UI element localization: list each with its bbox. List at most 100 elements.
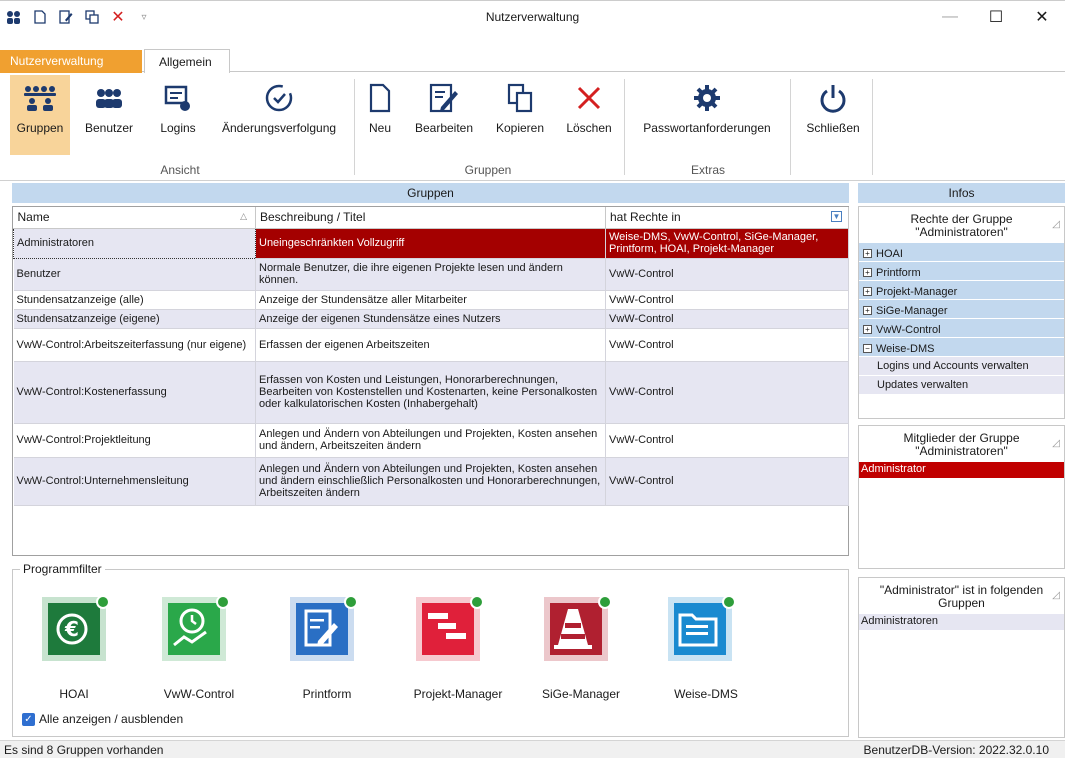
cell-desc[interactable]: Anzeige der eigenen Stundensätze eines N… [255,309,606,329]
tree-child-item[interactable]: Logins und Accounts verwalten [859,357,1064,376]
table-row[interactable]: VwW-Control:Arbeitszeiterfassung (nur ei… [13,328,849,362]
passwortanforderungen-label: Passwortanforderungen [643,121,771,135]
expand-icon[interactable]: + [863,287,872,296]
tab-allgemein[interactable]: Allgemein [144,49,230,74]
table-row[interactable]: VwW-Control:Kostenerfassung Erfassen von… [13,361,849,424]
groups-grid: Name △ Beschreibung / Titel hat Rechte in… [12,206,849,556]
expand-icon[interactable]: + [863,249,872,258]
logins-button[interactable]: Logins [148,75,208,155]
program-label-sige-manager: SiGe-Manager [541,687,621,701]
column-header-name[interactable]: Name △ [13,207,256,229]
weise-dms-filter-button[interactable] [668,595,736,661]
cell-desc[interactable]: Uneingeschränkten Vollzugriff [255,228,606,259]
tree-item-vww-control[interactable]: + VwW-Control [859,319,1064,338]
cell-desc[interactable]: Anlegen und Ändern von Abteilungen und P… [255,423,606,458]
loeschen-button[interactable]: Löschen [558,75,620,155]
printform-filter-button[interactable] [290,595,358,661]
infos-panel-header: Infos [858,183,1065,203]
benutzer-button[interactable]: Benutzer [76,75,142,155]
projekt-manager-filter-button[interactable] [416,595,484,661]
tree-item-sige-manager[interactable]: + SiGe-Manager [859,300,1064,319]
aenderungsverfolgung-button[interactable]: Änderungsverfolgung [212,75,346,155]
cell-name[interactable]: Stundensatzanzeige (alle) [13,290,256,310]
program-label-projekt-manager: Projekt-Manager [413,687,503,701]
cell-desc[interactable]: Erfassen von Kosten und Leistungen, Hono… [255,361,606,424]
cell-name[interactable]: VwW-Control:Projektleitung [13,423,256,458]
member-group-item[interactable]: Administratoren [859,614,1064,630]
hoai-filter-button[interactable]: € [42,595,110,661]
cell-name[interactable]: VwW-Control:Unternehmensleitung [13,457,256,506]
table-row[interactable]: Stundensatzanzeige (eigene) Anzeige der … [13,309,849,329]
collapse-icon[interactable]: ◿ [1052,438,1060,449]
cell-rights[interactable]: VwW-Control [605,328,849,362]
group-label-gruppen: Gruppen [464,163,512,177]
member-groups-box-title: "Administrator" ist in folgenden Gruppen [859,578,1064,614]
collapse-icon[interactable]: ◿ [1052,590,1060,601]
cell-name[interactable]: Benutzer [13,258,256,291]
groups-panel-header: Gruppen [12,183,849,203]
vww-control-filter-button[interactable] [162,595,230,661]
expand-icon[interactable]: + [863,325,872,334]
tree-item-projekt-manager[interactable]: + Projekt-Manager [859,281,1064,300]
kopieren-button[interactable]: Kopieren [488,75,552,155]
cell-rights[interactable]: VwW-Control [605,361,849,424]
gruppen-button[interactable]: Gruppen [10,75,70,155]
aenderungsverfolgung-label: Änderungsverfolgung [221,121,337,135]
maximize-icon[interactable]: ☐ [973,1,1019,33]
member-item[interactable]: Administrator [859,462,1064,478]
neu-button[interactable]: Neu [362,75,398,155]
cell-name[interactable]: Administratoren [13,227,256,259]
sige-manager-filter-button[interactable] [544,595,612,661]
schliessen-button[interactable]: Schließen [798,75,868,155]
toggle-all-checkbox[interactable]: ✓ [22,713,35,726]
cell-rights[interactable]: VwW-Control [605,290,849,310]
expand-icon[interactable]: + [863,268,872,277]
cell-desc[interactable]: Anlegen und Ändern von Abteilungen und P… [255,457,606,506]
minimize-icon[interactable]: — [927,1,973,33]
passwortanforderungen-button[interactable]: Passwortanforderungen [628,75,786,155]
gruppen-label: Gruppen [16,121,64,135]
table-row[interactable]: Stundensatzanzeige (alle) Anzeige der St… [13,290,849,310]
cell-desc[interactable]: Anzeige der Stundensätze aller Mitarbeit… [255,290,606,310]
column-name-label: Name [17,210,50,225]
cell-name[interactable]: VwW-Control:Arbeitszeiterfassung (nur ei… [13,328,256,362]
cell-rights[interactable]: VwW-Control [605,309,849,329]
toggle-all-label[interactable]: Alle anzeigen / ausblenden [39,712,183,726]
table-row[interactable]: VwW-Control:Projektleitung Anlegen und Ä… [13,423,849,458]
ribbon-separator [624,79,625,175]
tree-item-printform[interactable]: + Printform [859,262,1064,281]
table-row[interactable]: Benutzer Normale Benutzer, die ihre eige… [13,258,849,291]
collapse-icon[interactable]: − [863,344,872,353]
cell-rights[interactable]: VwW-Control [605,423,849,458]
cell-rights[interactable]: VwW-Control [605,457,849,506]
collapse-icon[interactable]: ◿ [1052,219,1060,230]
table-row[interactable]: VwW-Control:Unternehmensleitung Anlegen … [13,457,849,506]
cell-name[interactable]: VwW-Control:Kostenerfassung [13,361,256,424]
tree-item-hoai[interactable]: + HOAI [859,243,1064,262]
bearbeiten-label: Bearbeiten [414,121,474,135]
group-label-extras: Extras [690,163,725,177]
cell-name[interactable]: Stundensatzanzeige (eigene) [13,309,256,329]
expand-icon[interactable]: + [863,306,872,315]
tab-nutzerverwaltung[interactable]: Nutzerverwaltung [0,50,142,73]
vww-control-icon [162,597,226,661]
member-groups-title-line2: Gruppen [938,596,985,610]
close-icon[interactable]: ✕ [1019,1,1065,33]
filter-icon[interactable]: ▼ [831,211,842,222]
cell-rights[interactable]: VwW-Control [605,258,849,291]
checkmark-icon [598,595,612,609]
cell-desc[interactable]: Erfassen der eigenen Arbeitszeiten [255,328,606,362]
table-row[interactable]: Administratoren Uneingeschränkten Vollzu… [13,227,849,259]
members-box-title: Mitglieder der Gruppe "Administratoren" [859,426,1064,462]
history-icon [264,81,294,115]
column-header-beschreibung[interactable]: Beschreibung / Titel [255,207,606,229]
window-controls: — ☐ ✕ [927,1,1065,33]
cell-rights[interactable]: Weise-DMS, VwW-Control, SiGe-Manager, Pr… [605,228,849,259]
rights-box: Rechte der Gruppe "Administratoren" ◿ + H… [858,206,1065,419]
tree-item-weise-dms[interactable]: − Weise-DMS [859,338,1064,357]
cell-desc[interactable]: Normale Benutzer, die ihre eigenen Proje… [255,258,606,291]
tree-child-item[interactable]: Updates verwalten [859,376,1064,395]
checkmark-icon [216,595,230,609]
column-header-rechte[interactable]: hat Rechte in ▼ [605,207,849,229]
bearbeiten-button[interactable]: Bearbeiten [408,75,480,155]
